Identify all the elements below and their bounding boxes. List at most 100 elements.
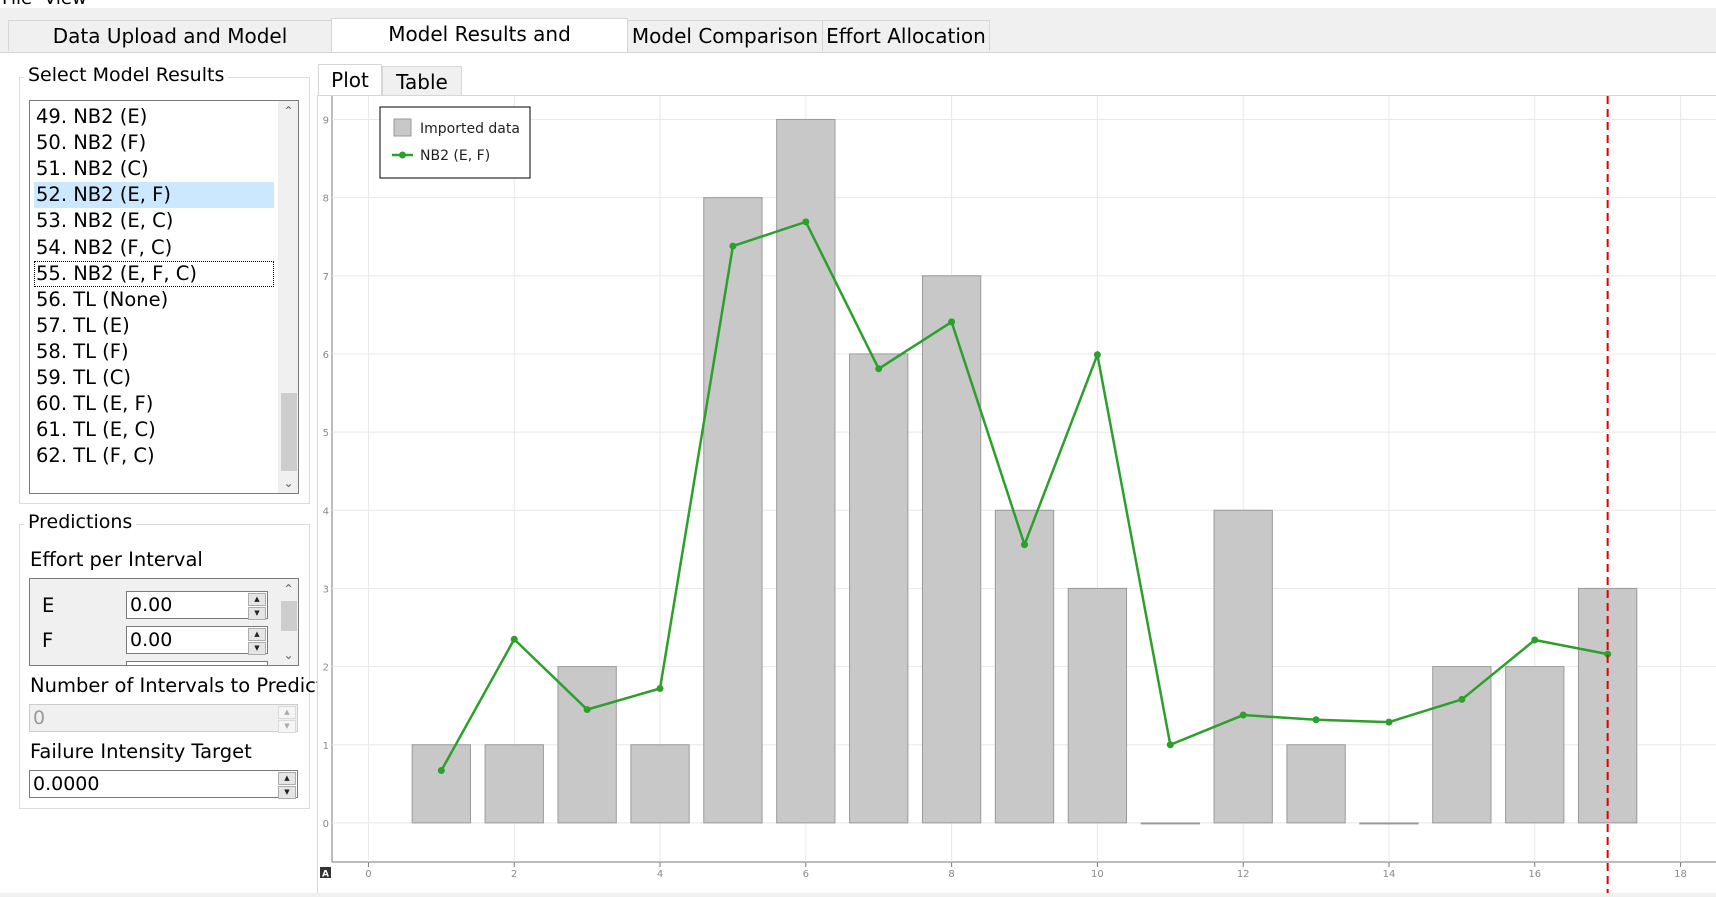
tab-model-comparison[interactable]: Model Comparison: [627, 20, 823, 51]
point-nb2-e-f: [437, 767, 445, 775]
effort-per-interval-label: Effort per Interval: [30, 548, 203, 571]
model-list-item[interactable]: 49. NB2 (E): [34, 104, 274, 130]
model-list-item[interactable]: 62. TL (F, C): [34, 443, 274, 469]
effort-next-row-partial: [126, 661, 268, 665]
y-tick-label: 6: [323, 350, 329, 361]
point-nb2-e-f: [1093, 351, 1101, 359]
x-tick-label: 2: [511, 869, 517, 880]
bar-imported-data: [994, 509, 1055, 824]
x-tick-label: 18: [1674, 869, 1687, 880]
bar-imported-data: [1140, 822, 1200, 825]
tab-data-upload[interactable]: Data Upload and Model Selection: [8, 20, 332, 78]
y-tick-label: 1: [323, 741, 329, 752]
effort-e-input[interactable]: 0.00 ▲ ▼: [126, 591, 268, 620]
scroll-thumb[interactable]: [281, 393, 297, 471]
y-tick-label: 7: [323, 272, 329, 283]
model-list-item[interactable]: 55. NB2 (E, F, C): [34, 260, 274, 287]
x-tick-label: 16: [1528, 869, 1541, 880]
bar-imported-data: [630, 744, 690, 824]
model-list-item[interactable]: 59. TL (C): [34, 365, 274, 391]
effort-scrollbar[interactable]: ⌃ ⌄: [278, 579, 298, 665]
model-list-item[interactable]: 61. TL (E, C): [34, 417, 274, 443]
scroll-up-icon[interactable]: ⌃: [279, 101, 298, 121]
model-list-item[interactable]: 50. NB2 (F): [34, 130, 274, 156]
point-nb2-e-f: [510, 635, 518, 643]
spin-up-icon: ▲: [248, 593, 266, 606]
bar-imported-data: [1067, 587, 1128, 824]
tab-plot[interactable]: Plot: [318, 64, 382, 95]
intervals-to-predict-input[interactable]: 0 ▲ ▼: [29, 704, 298, 733]
spin-down-icon: ▼: [248, 607, 266, 620]
point-nb2-e-f: [1312, 716, 1320, 724]
bar-imported-data: [1286, 744, 1346, 824]
scroll-down-icon[interactable]: ⌄: [279, 473, 298, 493]
main-tab-bar: Data Upload and Model Selection Model Re…: [0, 8, 1716, 78]
bar-imported-data: [411, 744, 471, 824]
tab-effort-allocation[interactable]: Effort Allocation: [822, 20, 990, 51]
intervals-to-predict-value: 0: [33, 707, 46, 729]
model-list-item[interactable]: 51. NB2 (C): [34, 156, 274, 182]
legend-swatch-marker: [399, 151, 406, 159]
bar-imported-data: [703, 197, 763, 824]
model-list-item[interactable]: 60. TL (E, F): [34, 391, 274, 417]
bar-imported-data: [1213, 509, 1273, 824]
y-tick-label: 0: [323, 819, 329, 830]
effort-e-label: E: [42, 594, 55, 617]
x-tick-label: 0: [365, 869, 371, 880]
intervals-to-predict-label: Number of Intervals to Predict: [30, 674, 324, 697]
bar-imported-data: [1432, 666, 1492, 824]
scroll-thumb[interactable]: [281, 601, 297, 631]
chart-canvas: 0 2 4 6 8 10 12 14 16 180123456789Imported dataNB…: [320, 96, 1716, 893]
plot-panel: 0 2 4 6 8 10 12 14 16 18 0 1 2 3 4 5 6 7 8 9 Imported data NB…: [317, 95, 1716, 893]
x-tick-label: 6: [803, 869, 809, 880]
scroll-down-icon[interactable]: ⌄: [279, 645, 298, 665]
tab-model-results[interactable]: Model Results and Predictions: [331, 18, 628, 76]
spin-down-icon: ▼: [278, 786, 296, 799]
menu-view[interactable]: View: [44, 0, 87, 8]
effort-f-spinner[interactable]: ▲ ▼: [248, 628, 266, 655]
effort-e-spinner[interactable]: ▲ ▼: [248, 593, 266, 620]
spin-down-icon: ▼: [278, 720, 296, 733]
model-list-item[interactable]: 53. NB2 (E, C): [34, 208, 274, 234]
spin-up-icon: ▲: [278, 772, 296, 785]
menu-file[interactable]: File: [2, 0, 32, 8]
model-list-scrollbar[interactable]: ⌃ ⌄: [278, 101, 298, 493]
chart-legend: Imported data NB2 (E, F): [379, 106, 531, 179]
point-nb2-e-f: [1021, 541, 1028, 549]
point-nb2-e-f: [802, 218, 810, 226]
y-tick-label: 9: [323, 115, 329, 126]
x-tick-label: 12: [1237, 869, 1250, 880]
spin-up-icon: ▲: [278, 706, 296, 719]
legend-swatch-bars: [393, 118, 412, 137]
effort-f-input[interactable]: 0.00 ▲ ▼: [126, 626, 268, 655]
failure-intensity-target-label: Failure Intensity Target: [30, 740, 252, 763]
point-nb2-e-f: [1166, 741, 1174, 749]
bar-imported-data: [1359, 822, 1419, 825]
failure-intensity-target-input[interactable]: 0.0000 ▲ ▼: [29, 770, 298, 799]
x-tick-label: 14: [1383, 869, 1396, 880]
model-list-item[interactable]: 58. TL (F): [34, 339, 274, 365]
bar-imported-data: [849, 353, 909, 824]
intervals-spinner[interactable]: ▲ ▼: [278, 706, 296, 733]
x-tick-label: 8: [948, 869, 954, 880]
autoscale-button-label: A: [322, 870, 329, 880]
spin-down-icon: ▼: [248, 642, 266, 655]
menu-bar: File View: [0, 0, 1716, 8]
point-nb2-e-f: [729, 242, 737, 250]
legend-label-nb2-e-f: NB2 (E, F): [420, 148, 490, 164]
model-results-list[interactable]: 49. NB2 (E) 50. NB2 (F) 51. NB2 (C) 52. NB2…: [29, 100, 299, 494]
x-tick-label: 4: [657, 869, 663, 880]
effort-per-interval-box: E 0.00 ▲ ▼ F 0.00 ▲ ▼ ⌃ ⌄: [29, 578, 299, 666]
intensity-spinner[interactable]: ▲ ▼: [278, 772, 296, 799]
bar-imported-data: [484, 744, 544, 824]
point-nb2-e-f: [1531, 636, 1539, 644]
effort-e-value: 0.00: [130, 594, 173, 616]
model-list-item[interactable]: 52. NB2 (E, F): [34, 182, 274, 209]
legend-label-imported-data: Imported data: [420, 121, 520, 137]
model-list-item[interactable]: 57. TL (E): [34, 313, 274, 339]
y-tick-label: 2: [323, 663, 329, 674]
scroll-up-icon[interactable]: ⌃: [279, 579, 298, 599]
tab-table[interactable]: Table: [382, 66, 462, 95]
model-list-item[interactable]: 56. TL (None): [34, 287, 274, 313]
model-list-item[interactable]: 54. NB2 (F, C): [34, 235, 274, 261]
